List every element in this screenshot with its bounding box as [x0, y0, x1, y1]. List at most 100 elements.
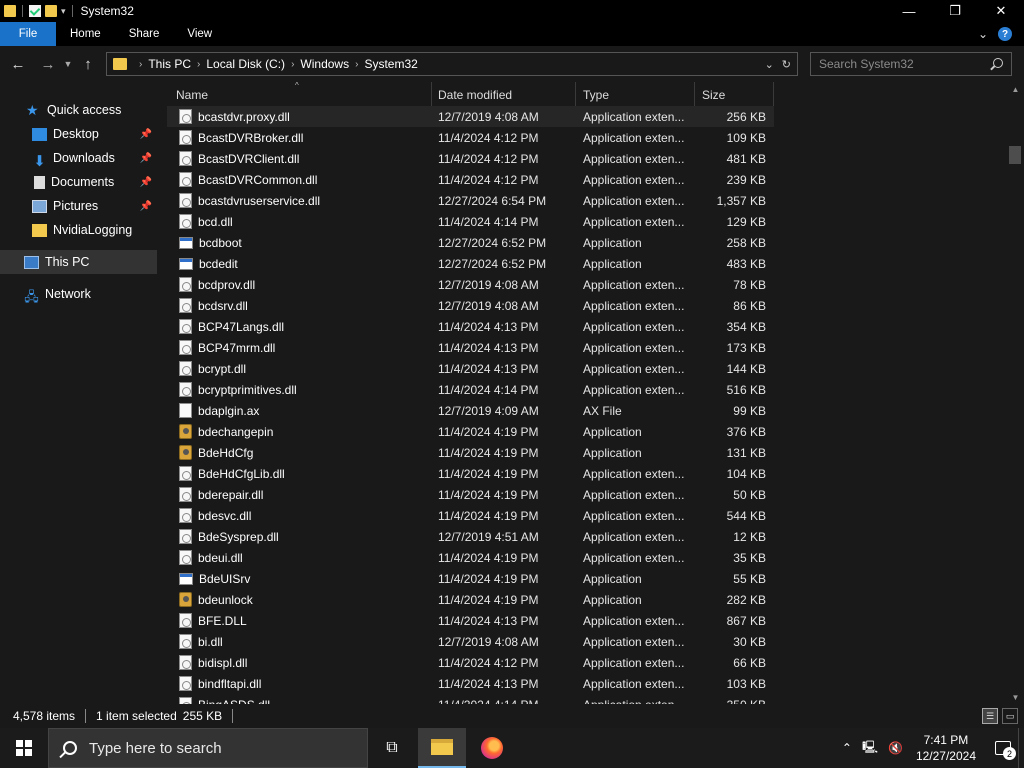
customize-qat-chevron-icon[interactable]: ▾	[61, 6, 66, 17]
nav-this-pc[interactable]: This PC	[0, 250, 157, 274]
nav-downloads[interactable]: ⬇ Downloads 📌	[0, 146, 157, 170]
file-name-cell[interactable]: BcastDVRBroker.dll	[167, 127, 432, 148]
file-row[interactable]: bidispl.dll 11/4/2024 4:12 PM Application …	[167, 652, 774, 673]
tab-home[interactable]: Home	[56, 22, 115, 46]
file-name-cell[interactable]: BcastDVRClient.dll	[167, 148, 432, 169]
breadcrumb-chevron-icon[interactable]: ›	[291, 59, 294, 70]
column-header-date-modified[interactable]: Date modified	[432, 82, 576, 108]
file-row[interactable]: bderepair.dll 11/4/2024 4:19 PM Applicatio…	[167, 484, 774, 505]
search-icon[interactable]	[993, 58, 1003, 68]
file-row[interactable]: bi.dll 12/7/2019 4:08 AM Application exten…	[167, 631, 774, 652]
breadcrumb-this-pc[interactable]: This PC	[148, 57, 191, 71]
file-row[interactable]: bcd.dll 11/4/2024 4:14 PM Application exte…	[167, 211, 774, 232]
nav-nvidialogging[interactable]: NvidiaLogging	[0, 218, 157, 242]
scroll-up-arrow-icon[interactable]: ▲	[1007, 82, 1024, 96]
address-history-chevron-icon[interactable]: ⌄	[765, 58, 774, 71]
file-row[interactable]: BcastDVRCommon.dll 11/4/2024 4:12 PM Appli…	[167, 169, 774, 190]
nav-desktop[interactable]: Desktop 📌	[0, 122, 157, 146]
breadcrumb-system32[interactable]: System32	[364, 57, 417, 71]
breadcrumb-local-disk[interactable]: Local Disk (C:)	[206, 57, 285, 71]
file-row[interactable]: bdeui.dll 11/4/2024 4:19 PM Application ex…	[167, 547, 774, 568]
expand-ribbon-chevron-icon[interactable]: ⌄	[978, 27, 988, 41]
pane-splitter[interactable]	[157, 82, 167, 704]
vertical-scrollbar[interactable]: ▲ ▼	[1007, 82, 1024, 704]
file-row[interactable]: BCP47Langs.dll 11/4/2024 4:13 PM Applicati…	[167, 316, 774, 337]
file-name-cell[interactable]: bidispl.dll	[167, 652, 432, 673]
start-button[interactable]	[0, 728, 48, 768]
file-name-cell[interactable]: bcdboot	[167, 232, 432, 253]
file-name-cell[interactable]: BFE.DLL	[167, 610, 432, 631]
back-arrow-icon[interactable]: ←	[6, 52, 30, 76]
breadcrumb-windows[interactable]: Windows	[300, 57, 349, 71]
file-name-cell[interactable]: bderepair.dll	[167, 484, 432, 505]
file-row[interactable]: bdesvc.dll 11/4/2024 4:19 PM Application e…	[167, 505, 774, 526]
file-name-cell[interactable]: BingASDS.dll	[167, 694, 432, 704]
file-name-cell[interactable]: BdeHdCfgLib.dll	[167, 463, 432, 484]
pin-icon[interactable]: 📌	[140, 201, 152, 212]
file-row[interactable]: bcastdvruserservice.dll 12/27/2024 6:54 P…	[167, 190, 774, 211]
breadcrumb-chevron-icon[interactable]: ›	[355, 59, 358, 70]
show-hidden-icons-chevron-icon[interactable]: ⌃	[842, 741, 852, 755]
recent-locations-chevron-icon[interactable]: ▼	[60, 52, 76, 76]
restore-button[interactable]: ❐	[932, 0, 978, 22]
nav-quick-access[interactable]: ★ Quick access	[0, 98, 157, 122]
file-name-cell[interactable]: bcryptprimitives.dll	[167, 379, 432, 400]
forward-arrow-icon[interactable]: →	[36, 52, 60, 76]
tab-file[interactable]: File	[0, 22, 56, 46]
file-name-cell[interactable]: bcastdvr.proxy.dll	[167, 106, 432, 127]
file-row[interactable]: bcdboot 12/27/2024 6:52 PM Application 258 …	[167, 232, 774, 253]
show-desktop-button[interactable]	[1018, 728, 1024, 768]
tab-view[interactable]: View	[173, 22, 226, 46]
file-name-cell[interactable]: BCP47mrm.dll	[167, 337, 432, 358]
file-row[interactable]: bdeunlock 11/4/2024 4:19 PM Application 282…	[167, 589, 774, 610]
file-row[interactable]: bdaplgin.ax 12/7/2019 4:09 AM AX File 99 KB	[167, 400, 774, 421]
file-row[interactable]: BcastDVRBroker.dll 11/4/2024 4:12 PM Appli…	[167, 127, 774, 148]
file-row[interactable]: bindfltapi.dll 11/4/2024 4:13 PM Applicati…	[167, 673, 774, 694]
file-name-cell[interactable]: BCP47Langs.dll	[167, 316, 432, 337]
file-name-cell[interactable]: BdeUISrv	[167, 568, 432, 589]
firefox-taskbar-button[interactable]	[468, 728, 516, 768]
close-button[interactable]: ✕	[978, 0, 1024, 22]
file-name-cell[interactable]: bdeui.dll	[167, 547, 432, 568]
search-box[interactable]	[810, 52, 1012, 76]
file-name-cell[interactable]: bcastdvruserservice.dll	[167, 190, 432, 211]
file-name-cell[interactable]: BdeSysprep.dll	[167, 526, 432, 547]
search-input[interactable]	[819, 57, 989, 71]
file-row[interactable]: BdeSysprep.dll 12/7/2019 4:51 AM Applicati…	[167, 526, 774, 547]
file-row[interactable]: BdeHdCfgLib.dll 11/4/2024 4:19 PM Applicat…	[167, 463, 774, 484]
pin-icon[interactable]: 📌	[140, 153, 152, 164]
address-bar[interactable]: › This PC › Local Disk (C:) › Windows › …	[106, 52, 798, 76]
file-row[interactable]: BingASDS.dll11/4/2024 4:14 PMApplication…	[167, 694, 774, 704]
file-name-cell[interactable]: bi.dll	[167, 631, 432, 652]
file-name-cell[interactable]: bcdsrv.dll	[167, 295, 432, 316]
breadcrumb-chevron-icon[interactable]: ›	[139, 59, 142, 70]
details-view-icon[interactable]: ☰	[982, 708, 998, 724]
clock[interactable]: 7:41 PM 12/27/2024	[916, 732, 976, 764]
scrollbar-thumb[interactable]	[1009, 146, 1021, 164]
minimize-button[interactable]: —	[886, 0, 932, 22]
column-header-size[interactable]: Size	[695, 82, 774, 108]
file-name-cell[interactable]: bdaplgin.ax	[167, 400, 432, 421]
help-icon[interactable]: ?	[998, 27, 1012, 41]
taskbar-search[interactable]	[48, 728, 368, 768]
refresh-icon[interactable]: ↻	[782, 58, 791, 71]
action-center-button[interactable]: 2	[988, 728, 1018, 768]
file-name-cell[interactable]: bcrypt.dll	[167, 358, 432, 379]
nav-pictures[interactable]: Pictures 📌	[0, 194, 157, 218]
file-row[interactable]: BdeUISrv 11/4/2024 4:19 PM Application 55 K…	[167, 568, 774, 589]
file-name-cell[interactable]: bdesvc.dll	[167, 505, 432, 526]
file-name-cell[interactable]: BdeHdCfg	[167, 442, 432, 463]
nav-documents[interactable]: Documents 📌	[0, 170, 157, 194]
pin-icon[interactable]: 📌	[140, 129, 152, 140]
file-row[interactable]: BdeHdCfg 11/4/2024 4:19 PM Application 131 …	[167, 442, 774, 463]
pin-icon[interactable]: 📌	[140, 177, 152, 188]
task-view-icon[interactable]: ⧉	[368, 728, 416, 768]
file-row[interactable]: bcrypt.dll 11/4/2024 4:13 PM Application e…	[167, 358, 774, 379]
scroll-down-arrow-icon[interactable]: ▼	[1007, 690, 1024, 704]
column-header-type[interactable]: Type	[576, 82, 695, 108]
properties-icon[interactable]	[29, 5, 41, 17]
volume-muted-icon[interactable]: 🔇	[888, 741, 903, 755]
large-icons-view-icon[interactable]: ▭	[1002, 708, 1018, 724]
file-row[interactable]: bcryptprimitives.dll 11/4/2024 4:14 PM App…	[167, 379, 774, 400]
file-row[interactable]: bdechangepin 11/4/2024 4:19 PM Application…	[167, 421, 774, 442]
